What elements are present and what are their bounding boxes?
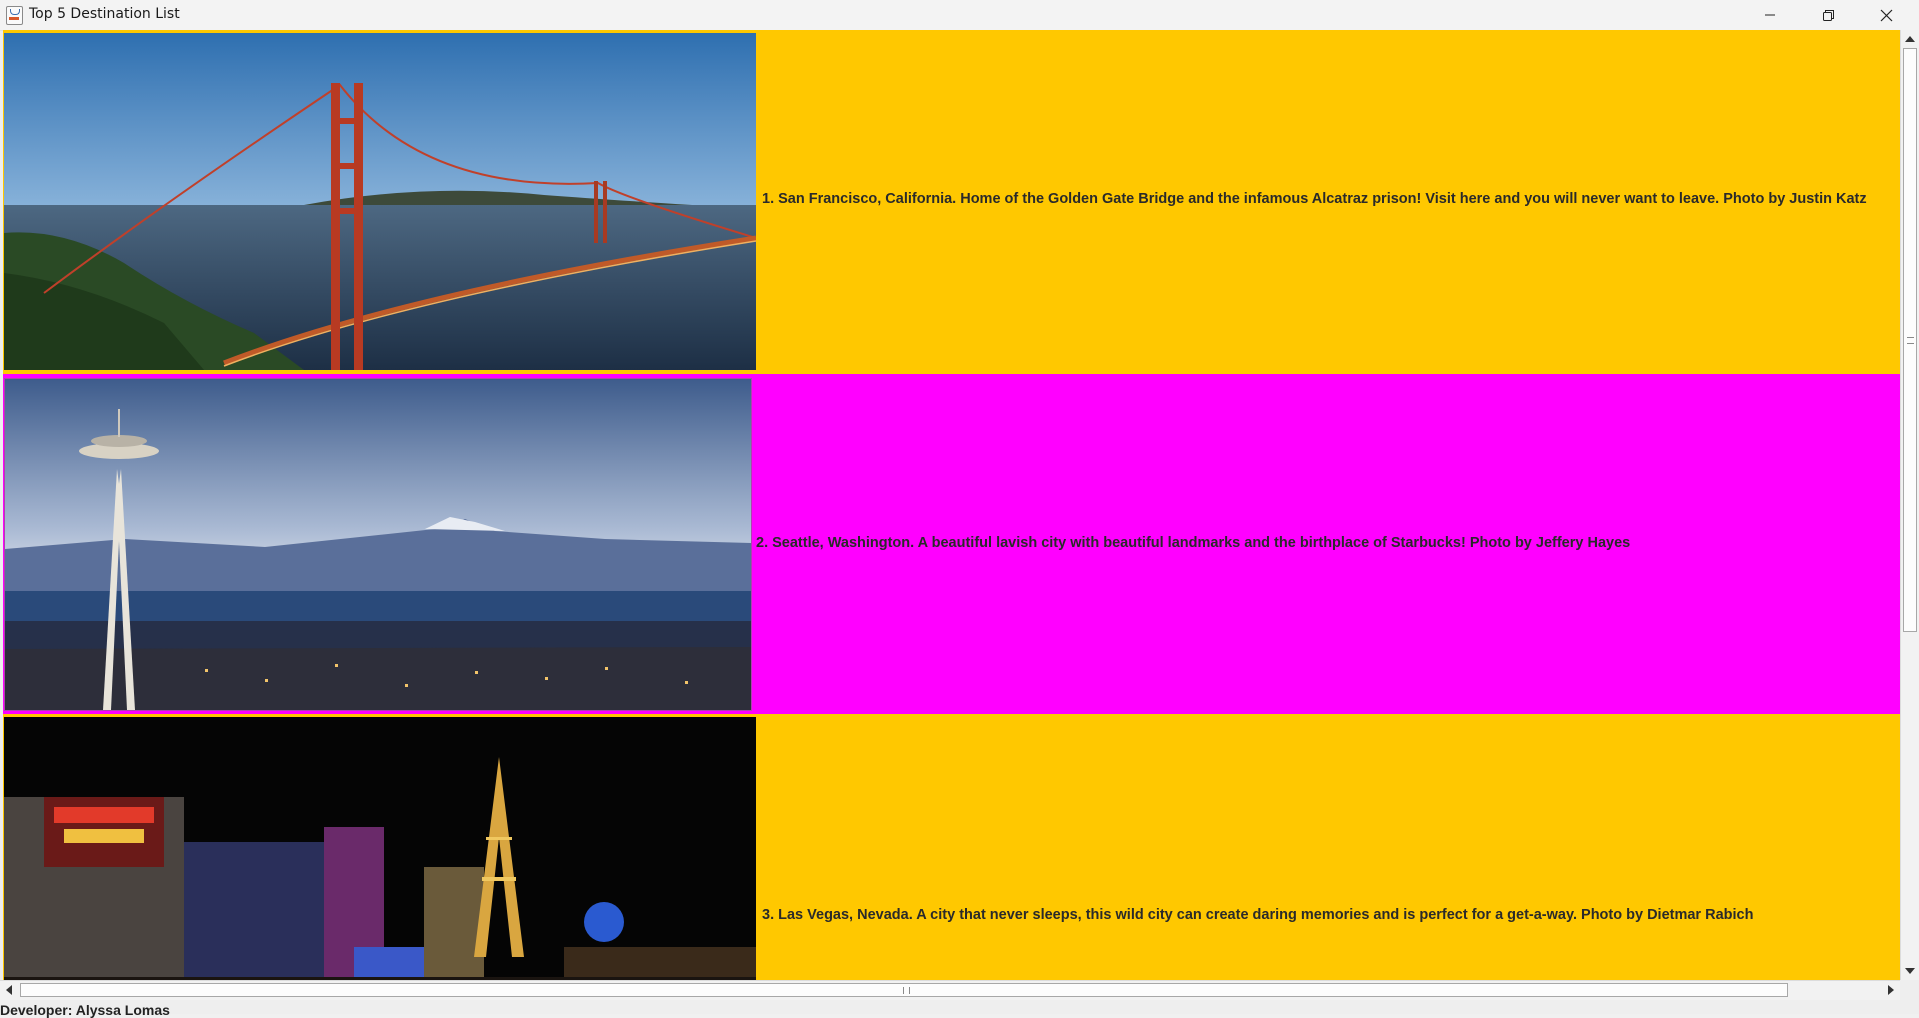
vertical-scroll-thumb[interactable] [1903, 48, 1917, 632]
destination-description: 3. Las Vegas, Nevada. A city that never … [762, 907, 1754, 923]
destination-description: 1. San Francisco, California. Home of th… [762, 191, 1867, 207]
list-item: 3. Las Vegas, Nevada. A city that never … [3, 714, 1900, 980]
java-cup-icon [6, 6, 23, 25]
horizontal-scrollbar[interactable] [0, 980, 1900, 1000]
scroll-left-arrow-icon[interactable] [6, 985, 12, 995]
developer-credit: Developer: Alyssa Lomas [0, 1002, 170, 1018]
destination-list[interactable]: 1. San Francisco, California. Home of th… [3, 30, 1900, 980]
destination-description: 2. Seattle, Washington. A beautiful lavi… [756, 535, 1631, 551]
scroll-down-arrow-icon[interactable] [1905, 968, 1915, 974]
minimize-icon [1765, 14, 1775, 16]
grip-icon [903, 987, 910, 994]
restore-icon [1822, 9, 1834, 21]
close-icon [1880, 9, 1892, 21]
minimize-button[interactable] [1741, 0, 1799, 30]
window-title: Top 5 Destination List [29, 6, 180, 22]
scrollbar-corner [1900, 980, 1919, 999]
list-item: 2. Seattle, Washington. A beautiful lavi… [3, 374, 1900, 714]
scroll-right-arrow-icon[interactable] [1888, 985, 1894, 995]
las-vegas-strip-photo [4, 717, 756, 980]
golden-gate-bridge-photo [4, 33, 756, 370]
scroll-up-arrow-icon[interactable] [1905, 36, 1915, 42]
vertical-scrollbar[interactable] [1900, 30, 1919, 980]
title-bar[interactable]: Top 5 Destination List [0, 0, 1919, 31]
list-item: 1. San Francisco, California. Home of th… [3, 30, 1900, 374]
space-needle-photo [4, 378, 752, 711]
close-button[interactable] [1857, 0, 1915, 30]
restore-button[interactable] [1799, 0, 1857, 30]
grip-icon [1907, 337, 1914, 344]
app-window: Top 5 Destination List 1. San Francisco,… [0, 0, 1919, 1018]
horizontal-scroll-thumb[interactable] [20, 983, 1788, 997]
